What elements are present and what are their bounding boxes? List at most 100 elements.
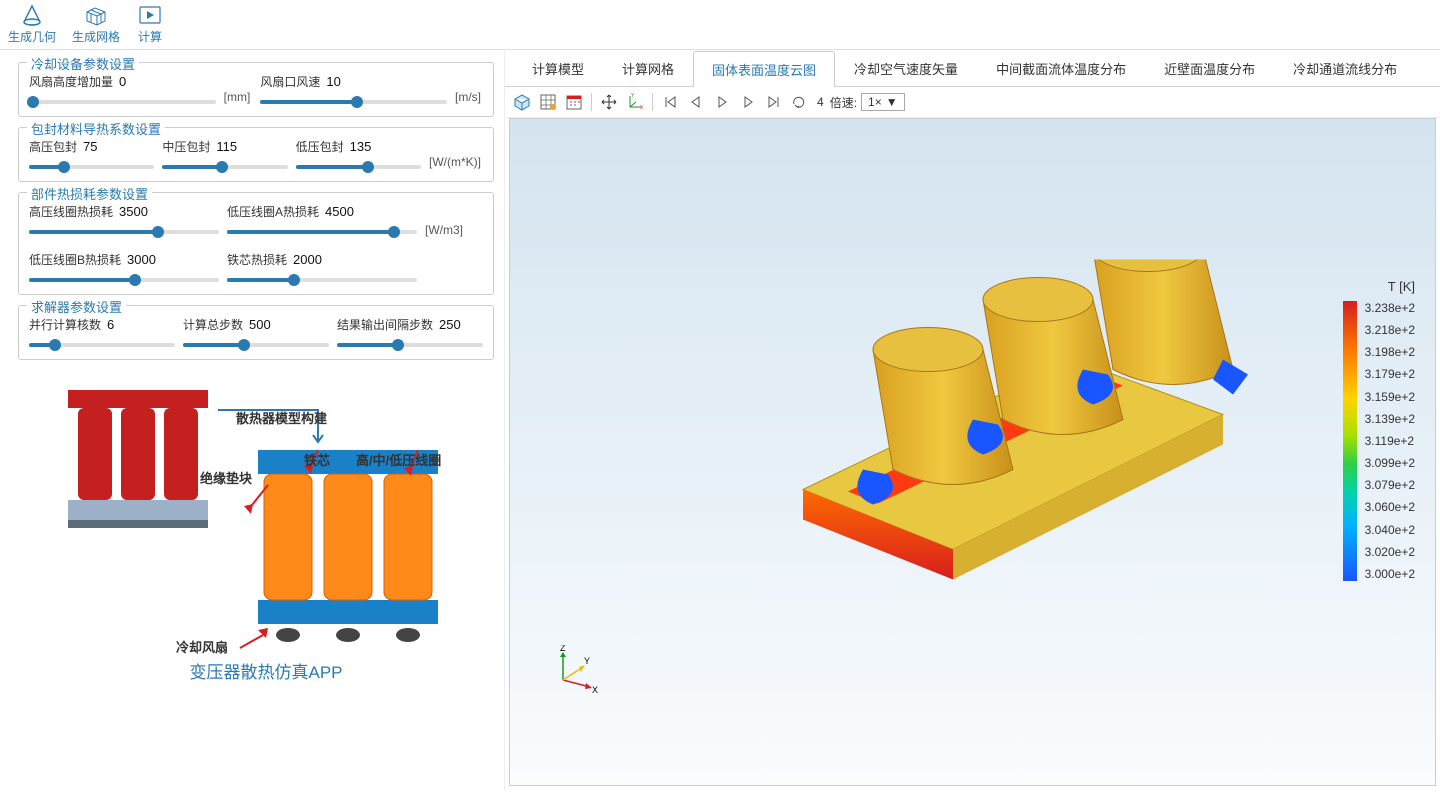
legend-tick: 3.000e+2 [1365, 567, 1415, 581]
legend-tick: 3.040e+2 [1365, 523, 1415, 537]
parameters-panel: 冷却设备参数设置 风扇高度增加量 0 [mm] 风扇口风速 10 [m/s] 包… [0, 50, 504, 790]
hv-coil-slider[interactable] [29, 230, 219, 234]
diagram-coils-label: 高/中/低压线圈 [356, 450, 441, 469]
fan-speed-label: 风扇口风速 [260, 73, 320, 90]
chevron-down-icon: ▼ [886, 95, 898, 109]
legend-tick: 3.079e+2 [1365, 478, 1415, 492]
diagram-title: 变压器散热仿真APP [58, 658, 474, 683]
legend-tick: 3.198e+2 [1365, 345, 1415, 359]
cooling-panel: 冷却设备参数设置 风扇高度增加量 0 [mm] 风扇口风速 10 [m/s] [18, 62, 494, 117]
cooling-title: 冷却设备参数设置 [27, 54, 139, 73]
legend-tick: 3.060e+2 [1365, 500, 1415, 514]
hv-thermal-label: 高压包封 [29, 138, 77, 155]
legend-colorbar [1343, 301, 1357, 581]
total-steps-field: 计算总步数 500 [183, 316, 329, 347]
legend-tick: 3.139e+2 [1365, 412, 1415, 426]
legend-tick: 3.020e+2 [1365, 545, 1415, 559]
tab-5[interactable]: 近壁面温度分布 [1145, 50, 1274, 86]
tab-4[interactable]: 中间截面流体温度分布 [977, 50, 1145, 86]
calendar-icon[interactable] [563, 91, 585, 113]
last-frame-icon[interactable] [763, 91, 785, 113]
prev-frame-icon[interactable] [685, 91, 707, 113]
diagram-image: 散热器模型构建 绝缘垫块 铁芯 高/中/低压线圈 冷却风扇 [58, 380, 474, 650]
tab-6[interactable]: 冷却通道流线分布 [1274, 50, 1416, 86]
core-heat-slider[interactable] [227, 278, 417, 282]
compute-label: 计算 [138, 28, 162, 45]
lvb-coil-label: 低压线圈B热损耗 [29, 251, 121, 268]
fan-height-unit: [mm] [224, 90, 253, 104]
lvb-coil-value: 3000 [127, 252, 156, 267]
main-layout: 冷却设备参数设置 风扇高度增加量 0 [mm] 风扇口风速 10 [m/s] 包… [0, 50, 1440, 790]
lva-coil-heat-field: 低压线圈A热损耗 4500 [227, 203, 417, 234]
lv-thermal-field: 低压包封 135 [296, 138, 421, 169]
parallel-cores-field: 并行计算核数 6 [29, 316, 175, 347]
mv-thermal-field: 中压包封 115 [162, 138, 287, 169]
speed-dropdown[interactable]: 1×▼ [861, 93, 905, 111]
hv-thermal-value: 75 [83, 139, 97, 154]
fan-speed-slider[interactable] [260, 100, 447, 104]
color-legend: 3.238e+23.218e+23.198e+23.179e+23.159e+2… [1343, 301, 1415, 581]
legend-tick: 3.179e+2 [1365, 367, 1415, 381]
gen-mesh-label: 生成网格 [72, 28, 120, 45]
cube-view-icon[interactable] [511, 91, 533, 113]
gen-mesh-button[interactable]: 生成网格 [72, 4, 120, 45]
hv-coil-value: 3500 [119, 204, 148, 219]
parallel-slider[interactable] [29, 343, 175, 347]
speed-label: 倍速: [830, 94, 857, 111]
first-frame-icon[interactable] [659, 91, 681, 113]
heat-unit: [W/m3] [425, 223, 483, 237]
thermal-unit: [W/(m*K)] [429, 155, 483, 169]
cone-icon [18, 4, 46, 26]
axis-z-label: Z [560, 645, 566, 653]
lvb-coil-slider[interactable] [29, 278, 219, 282]
total-steps-label: 计算总步数 [183, 316, 243, 333]
axis-x-label: X [592, 685, 598, 695]
mesh-cube-icon [82, 4, 110, 26]
tab-1[interactable]: 计算网格 [603, 50, 693, 86]
solver-title: 求解器参数设置 [27, 297, 126, 316]
core-heat-value: 2000 [293, 252, 322, 267]
thermal-panel: 包封材料导热系数设置 高压包封 75 中压包封 115 低压包封 135 [W/… [18, 127, 494, 182]
total-steps-slider[interactable] [183, 343, 329, 347]
tab-3[interactable]: 冷却空气速度矢量 [835, 50, 977, 86]
mv-thermal-label: 中压包封 [162, 138, 210, 155]
hv-thermal-field: 高压包封 75 [29, 138, 154, 169]
viewport-toolbar: YX 4 倍速: 1×▼ [505, 87, 1440, 118]
diagram-core-label: 铁芯 [304, 450, 330, 469]
3d-viewport[interactable]: Z Y X T [K] 3.238e+23.218e+23.198e+23.17… [509, 118, 1436, 786]
fan-height-slider[interactable] [29, 100, 216, 104]
mv-thermal-slider[interactable] [162, 165, 287, 169]
main-toolbar: 生成几何 生成网格 计算 [0, 0, 1440, 50]
loop-icon[interactable] [789, 91, 811, 113]
lva-coil-slider[interactable] [227, 230, 417, 234]
gen-geometry-button[interactable]: 生成几何 [8, 4, 56, 45]
lv-thermal-slider[interactable] [296, 165, 421, 169]
legend-tick: 3.238e+2 [1365, 301, 1415, 315]
move-icon[interactable] [598, 91, 620, 113]
grid-icon[interactable] [537, 91, 559, 113]
hv-thermal-slider[interactable] [29, 165, 154, 169]
solver-panel: 求解器参数设置 并行计算核数 6 计算总步数 500 结果输出间隔步数 250 [18, 305, 494, 360]
output-interval-slider[interactable] [337, 343, 483, 347]
core-heat-label: 铁芯热损耗 [227, 251, 287, 268]
svg-text:X: X [640, 105, 644, 111]
right-pane: 计算模型计算网格固体表面温度云图冷却空气速度矢量中间截面流体温度分布近壁面温度分… [504, 50, 1440, 790]
mv-thermal-value: 115 [216, 139, 237, 154]
lv-thermal-value: 135 [350, 139, 372, 154]
transformer-diagram: 散热器模型构建 绝缘垫块 铁芯 高/中/低压线圈 冷却风扇 变压器散热仿真APP [18, 370, 494, 693]
legend-tick: 3.119e+2 [1365, 434, 1415, 448]
legend-tick: 3.099e+2 [1365, 456, 1415, 470]
parallel-label: 并行计算核数 [29, 316, 101, 333]
next-frame-icon[interactable] [737, 91, 759, 113]
fan-speed-field: 风扇口风速 10 [260, 73, 447, 104]
compute-button[interactable]: 计算 [136, 4, 164, 45]
output-interval-field: 结果输出间隔步数 250 [337, 316, 483, 347]
lva-coil-label: 低压线圈A热损耗 [227, 203, 319, 220]
play-frame-icon[interactable] [711, 91, 733, 113]
gen-geometry-label: 生成几何 [8, 28, 56, 45]
axis-icon[interactable]: YX [624, 91, 646, 113]
tab-0[interactable]: 计算模型 [513, 50, 603, 86]
legend-tick: 3.159e+2 [1365, 390, 1415, 404]
diagram-insulation-label: 绝缘垫块 [200, 468, 252, 487]
tab-2[interactable]: 固体表面温度云图 [693, 51, 835, 87]
